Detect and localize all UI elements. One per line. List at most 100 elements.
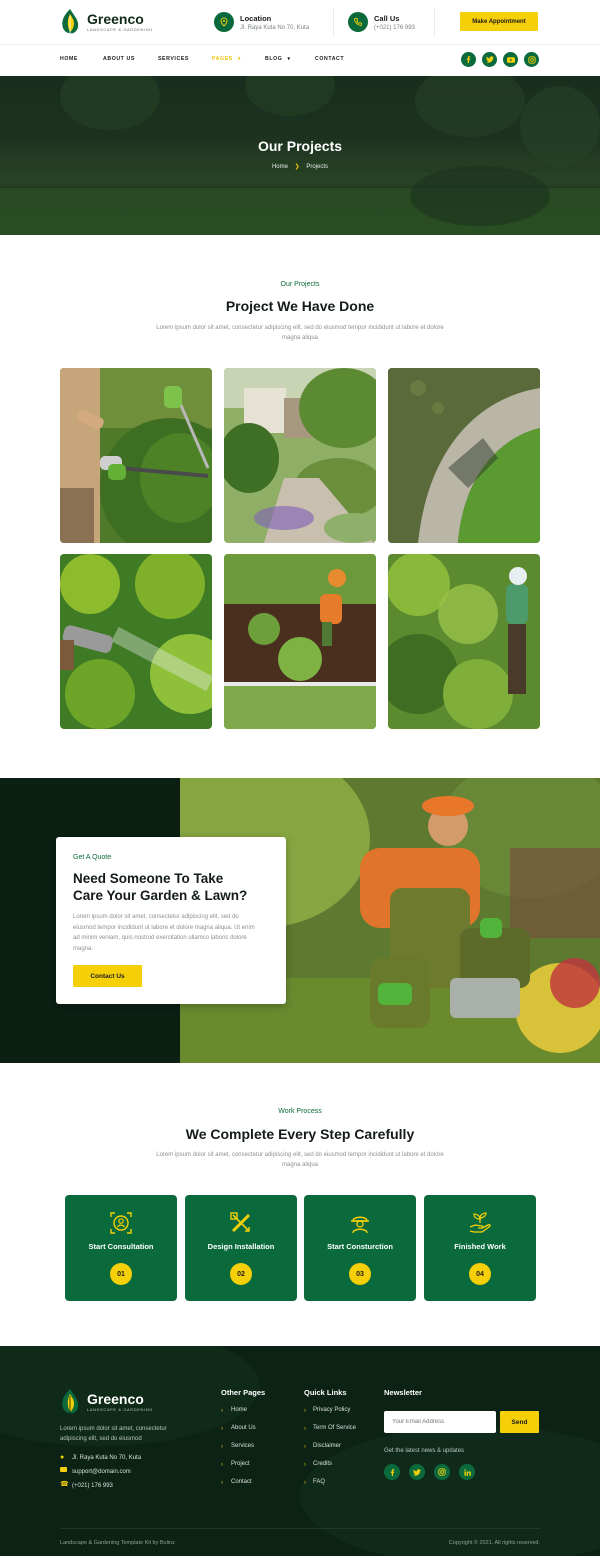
footer-address: Jl. Raya Kuta No 70, Kuta [72, 1455, 142, 1461]
design-tools-icon [230, 1212, 251, 1233]
breadcrumb-current: Projects [306, 164, 329, 170]
footer-link-home[interactable]: Home [231, 1407, 247, 1413]
process-kicker: Work Process [278, 1108, 322, 1115]
process-step-number: 02 [230, 1263, 252, 1285]
youtube-icon[interactable] [503, 52, 518, 67]
grass-texture-background [0, 1346, 600, 1556]
footer-link-disclaimer[interactable]: Disclaimer [313, 1443, 341, 1449]
logo-tagline: LANDSCAPE & GARDENING [87, 27, 153, 32]
quote-kicker: Get A Quote [73, 854, 112, 861]
chevron-right-icon: › [304, 1408, 306, 1414]
project-photo-gardener-planting[interactable] [388, 554, 540, 729]
chevron-down-icon: ▾ [287, 56, 291, 62]
page-title: Our Projects [257, 138, 343, 154]
nav-about-us[interactable]: ABOUT US [103, 56, 135, 62]
location-value: Jl. Raya Kuta No 70, Kuta [240, 25, 310, 31]
make-appointment-button[interactable]: Make Appointment [460, 12, 538, 31]
chevron-right-icon: › [221, 1408, 223, 1414]
chevron-right-icon: › [304, 1426, 306, 1432]
project-photo-shrub-care[interactable] [224, 554, 376, 729]
hedge-garden-background [0, 76, 600, 235]
footer-link-faq[interactable]: FAQ [313, 1479, 325, 1485]
process-step-number: 01 [110, 1263, 132, 1285]
call-value: (+021) 176 993 [374, 25, 415, 31]
newsletter-email-input[interactable] [384, 1411, 496, 1433]
footer-credit: Landscape & Gardening Template Kit by Bu… [60, 1540, 175, 1546]
chevron-right-icon: › [304, 1462, 306, 1468]
nav-contact[interactable]: CONTACT [315, 56, 344, 62]
breadcrumb-home[interactable]: Home [272, 164, 288, 170]
footer-link-contact[interactable]: Contact [231, 1479, 252, 1485]
leaf-logo-icon[interactable] [60, 8, 80, 36]
header-divider [0, 44, 600, 45]
linkedin-icon[interactable] [459, 1464, 475, 1480]
nav-blog-label: BLOG [265, 56, 283, 62]
process-step-card[interactable]: Finished Work 04 [424, 1195, 536, 1301]
footer-quick-links-title: Quick Links [304, 1388, 347, 1397]
contact-us-button[interactable]: Contact Us [73, 965, 142, 987]
process-step-number: 04 [469, 1263, 491, 1285]
quote-heading-line1: Need Someone To Take [73, 871, 224, 886]
footer-link-about-us[interactable]: About Us [231, 1425, 256, 1431]
twitter-icon[interactable] [482, 52, 497, 67]
process-heading: We Complete Every Step Carefully [185, 1126, 415, 1142]
chevron-right-icon: › [221, 1426, 223, 1432]
instagram-icon[interactable] [434, 1464, 450, 1480]
nav-blog[interactable]: BLOG ▾ [265, 56, 291, 62]
twitter-icon[interactable] [409, 1464, 425, 1480]
footer-logo-name[interactable]: Greenco [87, 1391, 144, 1407]
instagram-icon[interactable] [524, 52, 539, 67]
page-hero-banner: Our Projects Home ❯ Projects [0, 76, 600, 235]
chevron-right-icon: › [221, 1462, 223, 1468]
nav-services[interactable]: SERVICES [158, 56, 189, 62]
site-header: Greenco LANDSCAPE & GARDENING Location J… [0, 0, 600, 76]
header-divider [333, 8, 334, 36]
footer-link-privacy-policy[interactable]: Privacy Policy [313, 1407, 350, 1413]
project-photo-hedge-trimming[interactable] [60, 368, 212, 543]
chevron-right-icon: › [304, 1444, 306, 1450]
projects-heading: Project We Have Done [225, 298, 375, 314]
process-step-title: Design Installation [207, 1242, 275, 1251]
process-step-card[interactable]: Start Consturction 03 [304, 1195, 416, 1301]
footer-email[interactable]: support@domain.com [72, 1467, 131, 1477]
leaf-logo-icon[interactable] [60, 1388, 80, 1416]
site-footer: Greenco LANDSCAPE & GARDENING Lorem ipsu… [0, 1346, 600, 1556]
project-photo-garden-path[interactable] [224, 368, 376, 543]
breadcrumb: Home ❯ Projects [0, 163, 600, 170]
process-step-card[interactable]: Design Installation 02 [185, 1195, 297, 1301]
process-step-card[interactable]: Start Consultation 01 [65, 1195, 177, 1301]
facebook-icon[interactable] [461, 52, 476, 67]
facebook-icon[interactable] [384, 1464, 400, 1480]
footer-link-credits[interactable]: Credits [313, 1461, 332, 1467]
projects-lead: Lorem ipsum dolor sit amet, consectetur … [156, 325, 444, 341]
nav-home[interactable]: HOME [60, 56, 78, 62]
quote-body: Lorem ipsum dolor sit amet, consectetur … [73, 914, 255, 952]
chevron-down-icon: ▾ [237, 56, 242, 62]
footer-phone[interactable]: (+021) 176 993 [72, 1481, 113, 1491]
chevron-right-icon: › [304, 1480, 306, 1486]
projects-kicker: Our Projects [280, 281, 320, 288]
process-step-title: Start Consturction [327, 1242, 393, 1251]
footer-link-terms[interactable]: Term Of Service [313, 1425, 356, 1431]
location-pin-icon [214, 12, 234, 32]
footer-link-project[interactable]: Project [231, 1461, 250, 1467]
footer-link-services[interactable]: Services [231, 1443, 254, 1449]
quote-heading-line2: Care Your Garden & Lawn? [73, 888, 248, 903]
project-photo-stone-path-aerial[interactable] [388, 368, 540, 543]
chevron-right-icon: › [221, 1480, 223, 1486]
footer-divider [60, 1528, 540, 1529]
location-title: Location [240, 14, 272, 23]
phone-icon [348, 12, 368, 32]
nav-pages[interactable]: PAGES ▾ [212, 56, 241, 62]
call-title: Call Us [374, 14, 400, 23]
chevron-right-icon: ❯ [294, 164, 300, 170]
mail-icon [60, 1467, 67, 1472]
footer-logo-tagline: LANDSCAPE & GARDENING [87, 1407, 153, 1412]
project-photo-watering[interactable] [60, 554, 212, 729]
process-step-title: Start Consultation [88, 1242, 154, 1251]
footer-other-pages-title: Other Pages [221, 1388, 266, 1397]
process-lead: Lorem ipsum dolor sit amet, consectetur … [156, 1152, 444, 1168]
quote-heading: Need Someone To Take Care Your Garden & … [73, 870, 247, 904]
logo-name[interactable]: Greenco [87, 11, 144, 27]
newsletter-send-button[interactable]: Send [500, 1411, 539, 1433]
